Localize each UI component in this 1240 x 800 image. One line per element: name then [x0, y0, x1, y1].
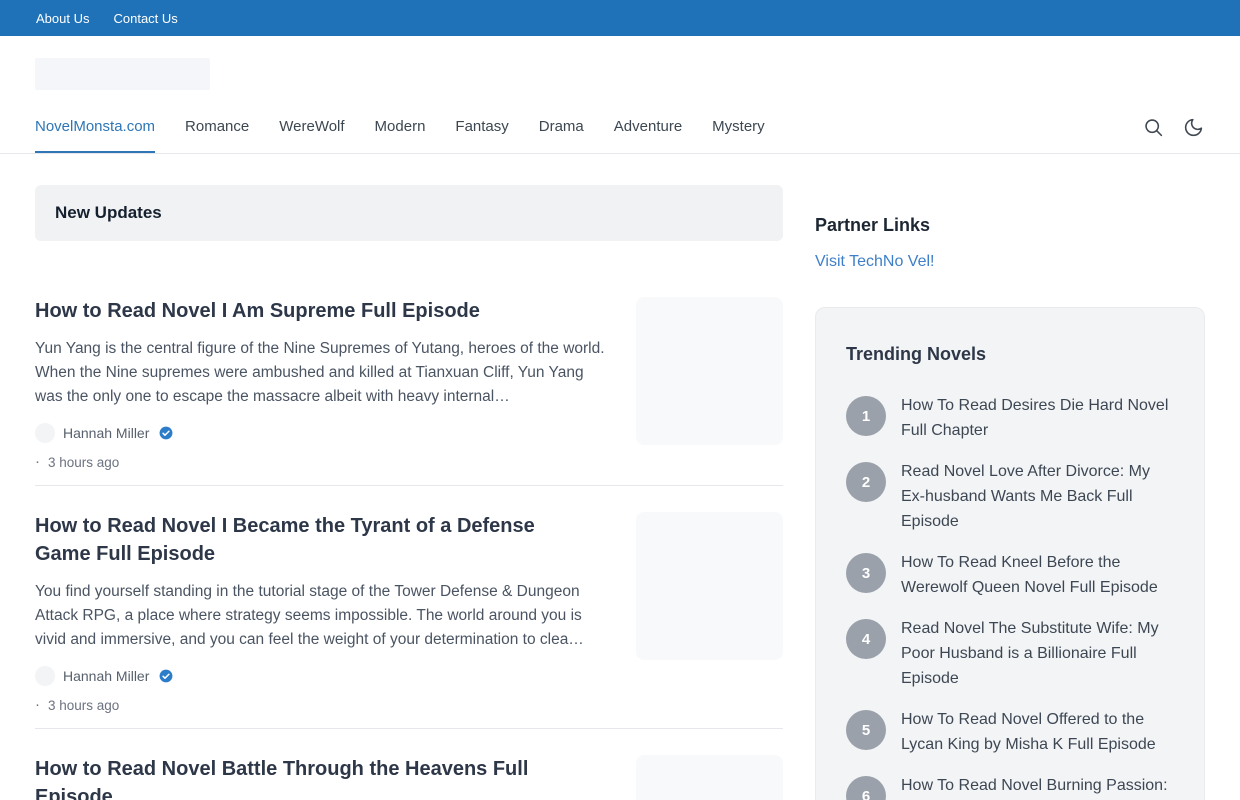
rank-badge: 4: [846, 619, 886, 659]
header-icons: [1141, 102, 1205, 153]
main-nav: NovelMonsta.com Romance WereWolf Modern …: [35, 102, 765, 153]
timestamp-row: · 3 hours ago: [35, 454, 610, 470]
timestamp-row: · 3 hours ago: [35, 697, 610, 713]
verified-check-icon: [159, 669, 173, 683]
site-logo[interactable]: [35, 58, 210, 90]
article-title-link[interactable]: How to Read Novel I Became the Tyrant of…: [35, 512, 570, 568]
author-row: Hannah Miller: [35, 666, 610, 686]
rank-badge: 6: [846, 776, 886, 800]
dot-separator: ·: [35, 454, 40, 470]
article-thumbnail[interactable]: [636, 512, 783, 660]
article-thumbnail[interactable]: [636, 297, 783, 445]
nav-item-mystery[interactable]: Mystery: [712, 102, 765, 153]
nav-item-romance[interactable]: Romance: [185, 102, 249, 153]
partner-links-title: Partner Links: [815, 215, 1205, 236]
article-card: How to Read Novel I Am Supreme Full Epis…: [35, 271, 783, 486]
article-body: How to Read Novel I Am Supreme Full Epis…: [35, 297, 610, 470]
article-excerpt: Yun Yang is the central figure of the Ni…: [35, 337, 610, 409]
article-body: How to Read Novel Battle Through the Hea…: [35, 755, 610, 800]
section-header: New Updates: [35, 185, 783, 241]
trending-item[interactable]: 6 How To Read Novel Burning Passion: Lov…: [846, 773, 1174, 800]
author-row: Hannah Miller: [35, 423, 610, 443]
main-nav-row: NovelMonsta.com Romance WereWolf Modern …: [35, 102, 1205, 153]
rank-badge: 2: [846, 462, 886, 502]
search-icon[interactable]: [1141, 115, 1165, 139]
trending-item-title: Read Novel The Substitute Wife: My Poor …: [901, 616, 1174, 691]
timestamp: 3 hours ago: [48, 698, 119, 713]
trending-item[interactable]: 4 Read Novel The Substitute Wife: My Poo…: [846, 616, 1174, 691]
trending-item[interactable]: 1 How To Read Desires Die Hard Novel Ful…: [846, 393, 1174, 443]
author-avatar: [35, 423, 55, 443]
trending-item[interactable]: 5 How To Read Novel Offered to the Lycan…: [846, 707, 1174, 757]
author-name: Hannah Miller: [63, 425, 149, 441]
timestamp: 3 hours ago: [48, 455, 119, 470]
partner-link[interactable]: Visit TechNo Vel!: [815, 253, 934, 271]
nav-item-home[interactable]: NovelMonsta.com: [35, 102, 155, 153]
nav-item-adventure[interactable]: Adventure: [614, 102, 682, 153]
site-header: NovelMonsta.com Romance WereWolf Modern …: [0, 36, 1240, 154]
author-avatar: [35, 666, 55, 686]
author-name: Hannah Miller: [63, 668, 149, 684]
article-thumbnail[interactable]: [636, 755, 783, 800]
trending-title: Trending Novels: [846, 344, 1174, 365]
trending-item-title: Read Novel Love After Divorce: My Ex-hus…: [901, 459, 1174, 534]
article-excerpt: You find yourself standing in the tutori…: [35, 580, 610, 652]
verified-check-icon: [159, 426, 173, 440]
topbar-link-contact[interactable]: Contact Us: [113, 11, 177, 26]
rank-badge: 1: [846, 396, 886, 436]
trending-item-title: How To Read Kneel Before the Werewolf Qu…: [901, 550, 1174, 600]
trending-item-title: How To Read Novel Burning Passion: Love …: [901, 773, 1174, 800]
trending-item-title: How To Read Desires Die Hard Novel Full …: [901, 393, 1174, 443]
article-card: How to Read Novel I Became the Tyrant of…: [35, 486, 783, 729]
trending-item[interactable]: 3 How To Read Kneel Before the Werewolf …: [846, 550, 1174, 600]
topbar-link-about[interactable]: About Us: [36, 11, 89, 26]
trending-item[interactable]: 2 Read Novel Love After Divorce: My Ex-h…: [846, 459, 1174, 534]
nav-item-werewolf[interactable]: WereWolf: [279, 102, 344, 153]
article-title-link[interactable]: How to Read Novel Battle Through the Hea…: [35, 755, 570, 800]
topbar: About Us Contact Us: [0, 0, 1240, 36]
article-title-link[interactable]: How to Read Novel I Am Supreme Full Epis…: [35, 297, 570, 325]
sidebar: Partner Links Visit TechNo Vel! Trending…: [815, 185, 1205, 800]
nav-item-fantasy[interactable]: Fantasy: [455, 102, 508, 153]
rank-badge: 5: [846, 710, 886, 750]
dot-separator: ·: [35, 697, 40, 713]
section-title: New Updates: [55, 203, 162, 223]
article-list-column: New Updates How to Read Novel I Am Supre…: [35, 185, 783, 800]
main-content: New Updates How to Read Novel I Am Supre…: [0, 154, 1240, 800]
trending-item-title: How To Read Novel Offered to the Lycan K…: [901, 707, 1174, 757]
trending-novels-card: Trending Novels 1 How To Read Desires Di…: [815, 307, 1205, 800]
rank-badge: 3: [846, 553, 886, 593]
article-body: How to Read Novel I Became the Tyrant of…: [35, 512, 610, 713]
dark-mode-moon-icon[interactable]: [1181, 115, 1205, 139]
nav-item-modern[interactable]: Modern: [375, 102, 426, 153]
nav-item-drama[interactable]: Drama: [539, 102, 584, 153]
article-card: How to Read Novel Battle Through the Hea…: [35, 729, 783, 800]
